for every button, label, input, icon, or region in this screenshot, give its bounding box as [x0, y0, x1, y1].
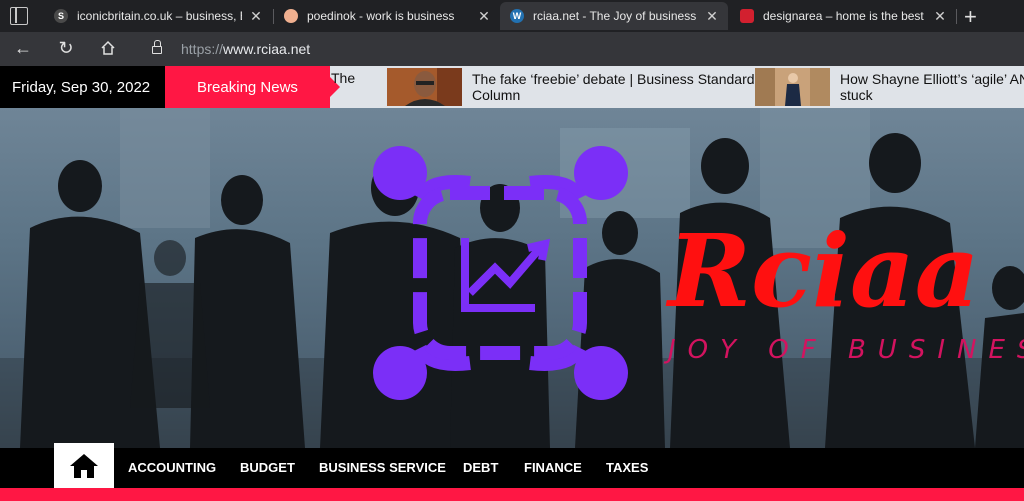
tab-title: rciaa.net - The Joy of business [533, 9, 697, 23]
url-domain: www.rciaa.net [223, 41, 311, 57]
ticker-partial-text[interactable]: The [331, 70, 355, 86]
tab-iconicbritain[interactable]: S iconicbritain.co.uk – business, En ✕ [44, 2, 272, 30]
tab-title: designarea – home is the best [763, 9, 924, 23]
tab-poedinok[interactable]: poedinok - work is business ✕ [274, 2, 500, 30]
home-icon[interactable] [97, 38, 119, 61]
url-prefix: https:// [181, 41, 224, 57]
address-bar: ← ↻ https://www.rciaa.net [0, 32, 1024, 66]
iconicbritain-favicon-icon: S [54, 9, 68, 23]
tab-actions-icon[interactable] [10, 7, 28, 25]
menu-item-debt[interactable]: DEBT [463, 460, 498, 475]
close-icon[interactable]: ✕ [932, 8, 948, 25]
close-icon[interactable]: ✕ [476, 8, 492, 25]
tab-title: poedinok - work is business [307, 9, 455, 23]
ticker-news-item[interactable]: The fake ‘freebie’ debate | Business Sta… [387, 68, 772, 106]
designarea-favicon-icon [740, 9, 754, 23]
poedinok-favicon-icon [284, 9, 298, 23]
brand-tagline: JOY OF BUSINESS [663, 335, 1024, 365]
new-tab-icon[interactable]: + [964, 4, 977, 30]
reload-icon[interactable]: ↻ [55, 38, 77, 59]
web-page: Friday, Sep 30, 2022 Breaking News The T… [0, 66, 1024, 501]
menu-item-budget[interactable]: BUDGET [240, 460, 295, 475]
main-menu: ACCOUNTING BUDGET BUSINESS SERVICE DEBT … [0, 443, 1024, 488]
menu-item-business-service[interactable]: BUSINESS SERVICE [319, 460, 446, 475]
tab-designarea[interactable]: designarea – home is the best ✕ [730, 2, 956, 30]
browser-tab-bar: S iconicbritain.co.uk – business, En ✕ p… [0, 0, 1024, 32]
news-title[interactable]: The fake ‘freebie’ debate | Business Sta… [472, 71, 772, 103]
business-silhouettes-image: Rciaa JOY OF BUSINESS [0, 108, 1024, 448]
home-icon [70, 453, 98, 478]
current-date: Friday, Sep 30, 2022 [0, 66, 165, 108]
url-field[interactable]: https://www.rciaa.net [181, 41, 310, 57]
menu-item-accounting[interactable]: ACCOUNTING [128, 460, 216, 475]
menu-accent-line [0, 488, 1024, 501]
menu-item-taxes[interactable]: TAXES [606, 460, 648, 475]
hero-banner: Rciaa JOY OF BUSINESS [0, 108, 1024, 448]
lock-icon[interactable] [152, 40, 162, 54]
news-title[interactable]: How Shayne Elliott’s ‘agile’ AN stuck [840, 71, 1024, 103]
news-thumbnail [387, 68, 462, 106]
news-ticker: Friday, Sep 30, 2022 Breaking News The T… [0, 66, 1024, 108]
wordpress-favicon-icon: W [510, 9, 524, 23]
news-thumbnail [755, 68, 830, 106]
menu-item-finance[interactable]: FINANCE [524, 460, 582, 475]
ticker-news-item[interactable]: How Shayne Elliott’s ‘agile’ AN stuck [755, 68, 1024, 106]
tab-title: iconicbritain.co.uk – business, En [77, 9, 242, 23]
close-icon[interactable]: ✕ [248, 8, 264, 25]
home-button[interactable] [54, 443, 114, 488]
tab-divider [956, 9, 957, 24]
breaking-news-label: Breaking News [165, 66, 340, 108]
back-icon[interactable]: ← [12, 38, 34, 59]
tab-rciaa-active[interactable]: W rciaa.net - The Joy of business ✕ [500, 2, 728, 30]
brand-name[interactable]: Rciaa [665, 212, 980, 330]
close-icon[interactable]: ✕ [704, 8, 720, 25]
